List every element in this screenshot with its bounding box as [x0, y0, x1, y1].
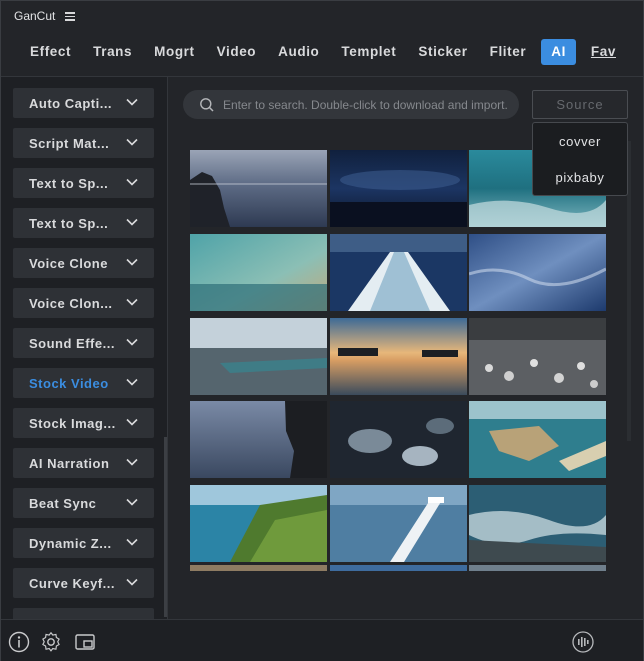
search-input[interactable]: [223, 97, 513, 112]
chevron-down-icon: [126, 178, 138, 186]
source-option-covver[interactable]: covver: [533, 123, 627, 159]
chevron-down-icon: [126, 378, 138, 386]
source-dropdown[interactable]: Source: [532, 90, 628, 119]
video-thumbnail[interactable]: [469, 234, 606, 311]
tab-effect[interactable]: Effect: [19, 39, 82, 65]
audio-wave-icon[interactable]: [572, 631, 594, 653]
stock-video-grid: [190, 150, 608, 571]
video-thumbnail[interactable]: [190, 150, 327, 227]
sidebar-item-label: Voice Clon...: [29, 295, 113, 311]
menu-icon[interactable]: [65, 12, 76, 21]
sidebar-item-label: Curve Keyf...: [29, 575, 115, 591]
tab-mogrt[interactable]: Mogrt: [143, 39, 206, 65]
video-thumbnail[interactable]: [190, 485, 327, 562]
title-bar: GanCut: [1, 1, 643, 31]
app-window: GanCut Effect Trans Mogrt Video Audio Te…: [0, 0, 644, 661]
tab-templet[interactable]: Templet: [330, 39, 407, 65]
chevron-down-icon: [126, 418, 138, 426]
sidebar-item-partial[interactable]: [13, 608, 154, 619]
video-thumbnail[interactable]: [330, 401, 467, 478]
video-thumbnail[interactable]: [469, 401, 606, 478]
sidebar-item-auto-caption[interactable]: Auto Capti...: [13, 88, 154, 118]
video-thumbnail[interactable]: [469, 485, 606, 562]
sidebar-item-label: Stock Imag...: [29, 415, 116, 431]
video-thumbnail[interactable]: [469, 318, 606, 395]
tab-trans[interactable]: Trans: [82, 39, 143, 65]
video-thumbnail[interactable]: [330, 150, 467, 227]
bottom-toolbar: [1, 619, 643, 661]
chevron-down-icon: [126, 578, 138, 586]
search-box[interactable]: [183, 90, 519, 119]
sidebar-item-label: Dynamic Z...: [29, 535, 112, 551]
tab-fav[interactable]: Fav: [580, 39, 627, 65]
sidebar-item-voice-clone-2[interactable]: Voice Clon...: [13, 288, 154, 318]
window-icon[interactable]: [74, 631, 96, 653]
info-icon[interactable]: [8, 631, 30, 653]
chevron-down-icon: [126, 218, 138, 226]
sidebar-item-dynamic-zoom[interactable]: Dynamic Z...: [13, 528, 154, 558]
tab-fliter[interactable]: Fliter: [479, 39, 538, 65]
chevron-down-icon: [126, 338, 138, 346]
sidebar-item-stock-image[interactable]: Stock Imag...: [13, 408, 154, 438]
tab-video[interactable]: Video: [206, 39, 268, 65]
chevron-down-icon: [126, 298, 138, 306]
tab-sticker[interactable]: Sticker: [407, 39, 478, 65]
sidebar-item-label: Auto Capti...: [29, 95, 113, 111]
sidebar-item-label: Text to Sp...: [29, 175, 109, 191]
sidebar-item-sound-effect[interactable]: Sound Effe...: [13, 328, 154, 358]
tab-ai[interactable]: AI: [541, 39, 576, 65]
sidebar-item-label: Beat Sync: [29, 495, 97, 511]
sidebar-item-text-to-speech-2[interactable]: Text to Sp...: [13, 208, 154, 238]
tab-audio[interactable]: Audio: [267, 39, 330, 65]
chevron-down-icon: [126, 98, 138, 106]
sidebar-item-curve-keyframe[interactable]: Curve Keyf...: [13, 568, 154, 598]
video-thumbnail[interactable]: [330, 565, 467, 571]
chevron-down-icon: [126, 458, 138, 466]
video-thumbnail[interactable]: [330, 485, 467, 562]
video-thumbnail[interactable]: [190, 565, 327, 571]
sidebar-item-label: Stock Video: [29, 375, 109, 391]
video-thumbnail[interactable]: [469, 565, 606, 571]
sidebar-item-beat-sync[interactable]: Beat Sync: [13, 488, 154, 518]
source-menu: covver pixbaby: [532, 122, 628, 196]
sidebar-item-label: Text to Sp...: [29, 215, 109, 231]
app-title: GanCut: [14, 9, 56, 23]
video-thumbnail[interactable]: [190, 234, 327, 311]
sidebar-item-label: Script Mat...: [29, 135, 110, 151]
sidebar-item-script-match[interactable]: Script Mat...: [13, 128, 154, 158]
chevron-down-icon: [126, 138, 138, 146]
sidebar-item-label: Voice Clone: [29, 255, 108, 271]
sidebar: Auto Capti... Script Mat... Text to Sp..…: [1, 77, 168, 619]
sidebar-item-stock-video[interactable]: Stock Video: [13, 368, 154, 398]
video-thumbnail[interactable]: [330, 318, 467, 395]
sidebar-item-label: AI Narration: [29, 455, 110, 471]
sidebar-scrollbar[interactable]: [164, 437, 167, 617]
settings-icon[interactable]: [40, 631, 62, 653]
category-tabs: Effect Trans Mogrt Video Audio Templet S…: [1, 35, 643, 69]
source-option-pixbaby[interactable]: pixbaby: [533, 159, 627, 195]
video-thumbnail[interactable]: [190, 318, 327, 395]
video-thumbnail[interactable]: [190, 401, 327, 478]
chevron-down-icon: [126, 538, 138, 546]
sidebar-item-text-to-speech-1[interactable]: Text to Sp...: [13, 168, 154, 198]
chevron-down-icon: [126, 258, 138, 266]
sidebar-item-ai-narration[interactable]: AI Narration: [13, 448, 154, 478]
chevron-down-icon: [126, 498, 138, 506]
video-thumbnail[interactable]: [330, 234, 467, 311]
sidebar-item-label: Sound Effe...: [29, 335, 115, 351]
sidebar-item-voice-clone[interactable]: Voice Clone: [13, 248, 154, 278]
search-icon: [200, 97, 214, 112]
